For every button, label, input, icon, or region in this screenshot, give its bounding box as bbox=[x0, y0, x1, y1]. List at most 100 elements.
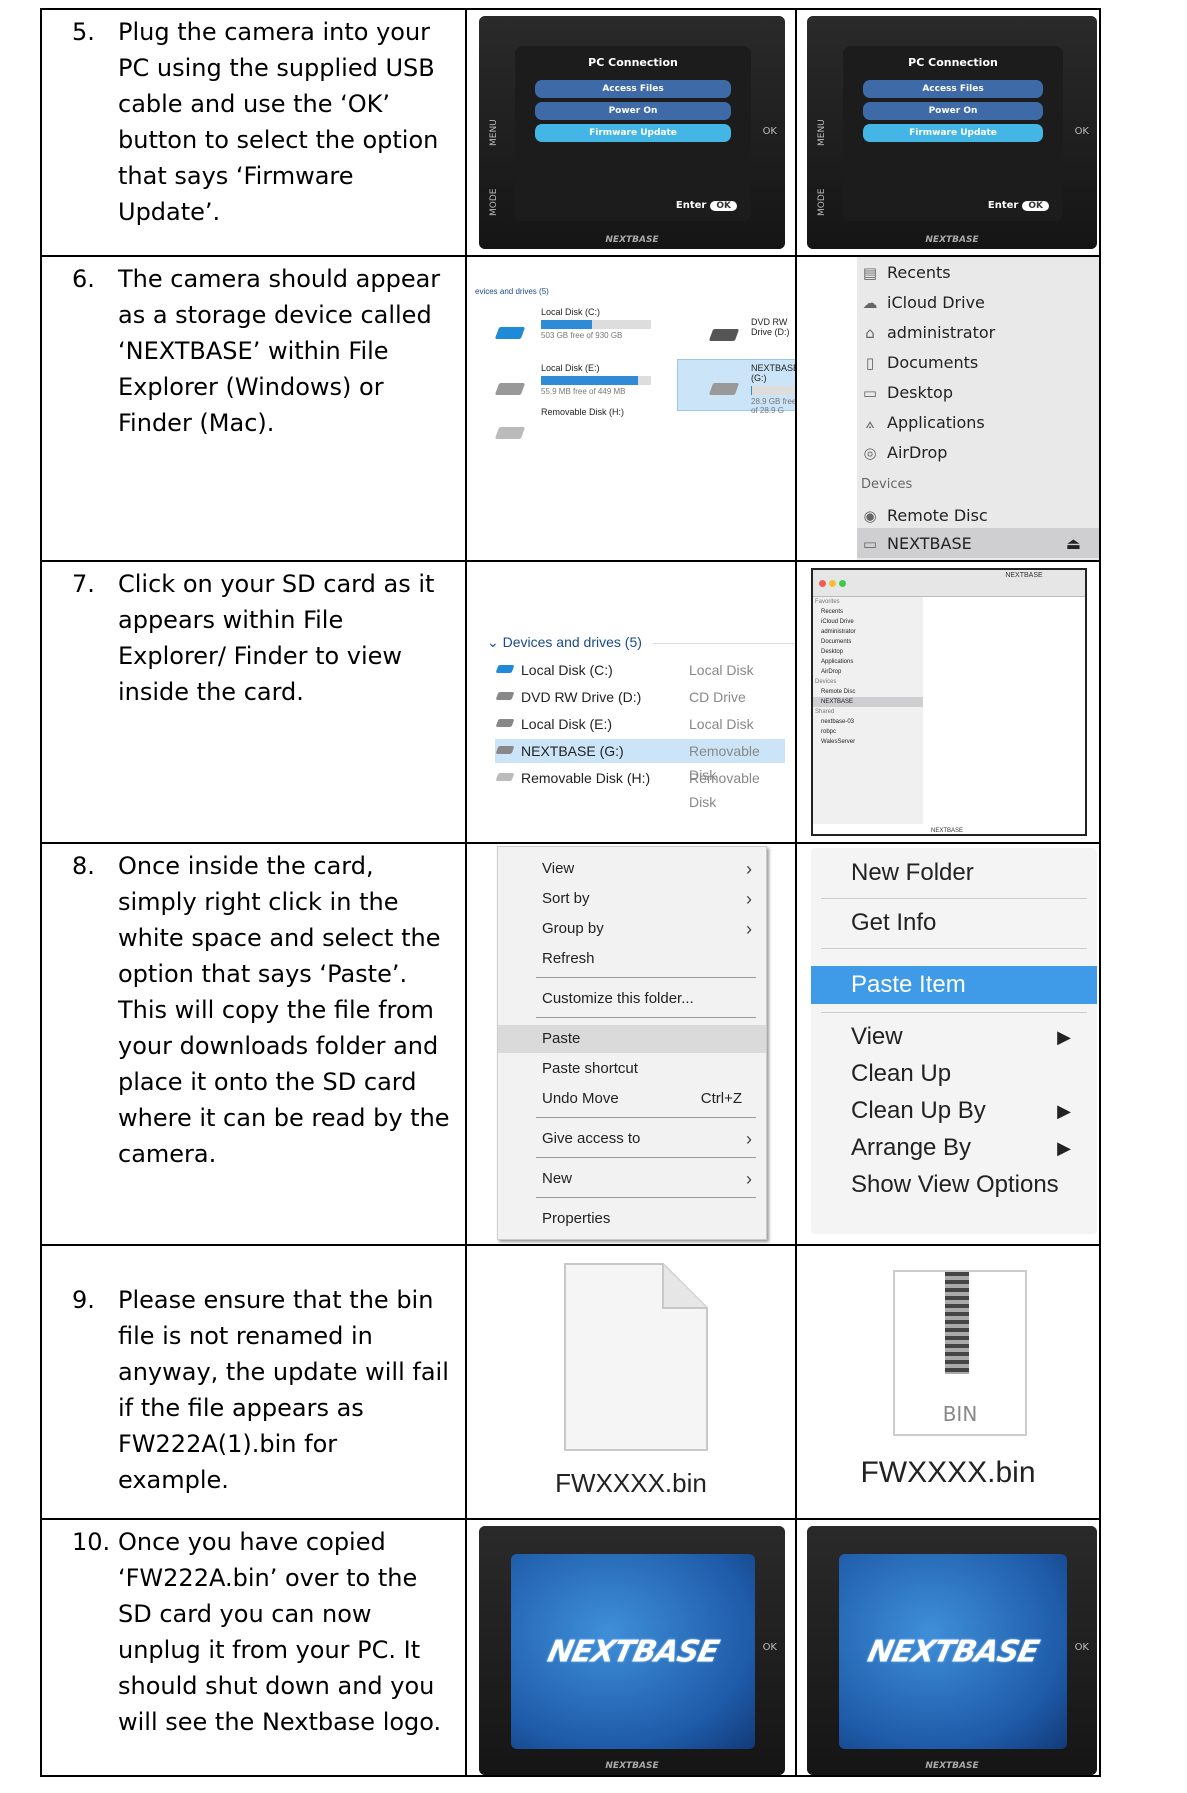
sidebar-section-devices: Devices bbox=[861, 477, 913, 492]
sidebar-item-documents[interactable]: Documents bbox=[813, 637, 923, 647]
menu-item-paste[interactable]: Paste bbox=[498, 1025, 766, 1053]
sidebar-item-shared[interactable]: robpc bbox=[813, 727, 923, 737]
sidebar-item-recents[interactable]: Recents bbox=[813, 607, 923, 617]
menu-item-show-view-options[interactable]: Show View Options bbox=[811, 1168, 1097, 1202]
menu-item-arrange-by[interactable]: Arrange By ▶ bbox=[811, 1131, 1097, 1165]
menu-separator bbox=[536, 1157, 756, 1158]
chevron-right-icon: › bbox=[746, 919, 752, 939]
device-row-local-c[interactable]: Local Disk (C:) Local Disk bbox=[495, 658, 785, 682]
close-icon[interactable] bbox=[819, 580, 826, 587]
drive-local-c[interactable]: Local Disk (C:) 503 GB free of 930 GB bbox=[541, 307, 651, 340]
sidebar-item-remote-disc[interactable]: ◉ Remote Disc bbox=[861, 506, 987, 525]
document-page: 5. Plug the camera into your PC using the… bbox=[0, 0, 1187, 1793]
menu-item-paste-item[interactable]: Paste Item bbox=[811, 966, 1097, 1004]
drives-header: evices and drives (5) bbox=[475, 287, 549, 296]
minimize-icon[interactable] bbox=[829, 580, 836, 587]
camera-screen: PC Connection Access Files Power On Firm… bbox=[515, 46, 751, 221]
sidebar-item-remote-disc[interactable]: Remote Disc bbox=[813, 687, 923, 697]
eject-icon[interactable]: ⏏ bbox=[1066, 534, 1081, 553]
menu-item-get-info[interactable]: Get Info bbox=[811, 906, 1097, 940]
drive-icon bbox=[495, 773, 515, 781]
step-row-5: 5. Plug the camera into your PC using the… bbox=[40, 8, 1101, 257]
menu-item-clean-up[interactable]: Clean Up bbox=[811, 1057, 1097, 1091]
camera-logo-cell: NEXTBASE OK NEXTBASE bbox=[795, 1518, 1101, 1777]
sidebar-item-administrator[interactable]: ⌂ administrator bbox=[861, 323, 995, 342]
menu-item-undo-move[interactable]: Undo Move Ctrl+Z bbox=[498, 1085, 766, 1113]
sidebar-item-recents[interactable]: ▤ Recents bbox=[861, 263, 951, 282]
menu-item-customize[interactable]: Customize this folder... bbox=[498, 985, 766, 1013]
drive-dvd-d[interactable]: DVD RW Drive (D:) bbox=[751, 317, 794, 337]
menu-item-paste-shortcut[interactable]: Paste shortcut bbox=[498, 1055, 766, 1083]
drive-icon bbox=[495, 746, 515, 754]
menu-item-refresh[interactable]: Refresh bbox=[498, 945, 766, 973]
device-row-nextbase-g[interactable]: NEXTBASE (G:) Removable Disk bbox=[495, 739, 785, 783]
sidebar-item-airdrop[interactable]: ◎ AirDrop bbox=[861, 443, 947, 462]
camera-photo-cell: MENU MODE OK PC Connection Access Files … bbox=[465, 8, 797, 257]
drive-local-e[interactable]: Local Disk (E:) 55.9 MB free of 449 MB bbox=[541, 363, 651, 396]
device-row-local-e[interactable]: Local Disk (E:) Local Disk bbox=[495, 712, 785, 736]
menu-item-properties[interactable]: Properties bbox=[498, 1205, 766, 1233]
file-name: FWXXXX.bin bbox=[860, 1456, 1036, 1489]
dvd-drive-icon bbox=[708, 329, 740, 341]
windows-context-menu: View › Sort by › Group by › Refresh Customi… bbox=[497, 846, 767, 1240]
menu-item-new-folder[interactable]: New Folder bbox=[811, 856, 1097, 890]
sidebar-item-applications[interactable]: ⟑ Applications bbox=[861, 413, 984, 432]
camera-photo: MENU MODE OK PC Connection Access Files … bbox=[479, 16, 785, 249]
file-icon[interactable] bbox=[563, 1262, 709, 1452]
brand-label: NEXTBASE bbox=[925, 1761, 979, 1771]
step-row-6: 6. The camera should appear as a storage … bbox=[40, 255, 1101, 562]
menu-separator bbox=[536, 1197, 756, 1198]
menu-item-sort-by[interactable]: Sort by › bbox=[498, 885, 766, 913]
ok-button-label: OK bbox=[762, 1642, 777, 1653]
sidebar-section-favorites: Favorites bbox=[815, 599, 840, 605]
brand-label: NEXTBASE bbox=[925, 235, 979, 245]
sidebar-section-shared: Shared bbox=[815, 709, 835, 715]
zoom-icon[interactable] bbox=[839, 580, 846, 587]
menu-separator bbox=[821, 1012, 1087, 1013]
bin-file-icon[interactable]: BIN bbox=[893, 1270, 1027, 1436]
triangle-right-icon: ▶ bbox=[1057, 1101, 1071, 1121]
sidebar-item-nextbase[interactable]: NEXTBASE bbox=[813, 697, 923, 707]
menu-item-view[interactable]: View › bbox=[498, 855, 766, 883]
sidebar-item-desktop[interactable]: ▭ Desktop bbox=[861, 383, 953, 402]
menu-item-power-on: Power On bbox=[535, 102, 731, 120]
menu-item-give-access[interactable]: Give access to › bbox=[498, 1125, 766, 1153]
menu-item-view[interactable]: View ▶ bbox=[811, 1020, 1097, 1054]
device-row-removable-h[interactable]: Removable Disk (H:) Removable Disk bbox=[495, 766, 785, 810]
triangle-right-icon: ▶ bbox=[1057, 1138, 1071, 1158]
menu-separator bbox=[536, 1017, 756, 1018]
drive-icon bbox=[494, 427, 526, 439]
sidebar-item-administrator[interactable]: administrator bbox=[813, 627, 923, 637]
finder-window: NEXTBASE Favorites Recents iCloud Drive … bbox=[811, 568, 1087, 836]
menu-item-clean-up-by[interactable]: Clean Up By ▶ bbox=[811, 1094, 1097, 1128]
finder-window-cell: NEXTBASE Favorites Recents iCloud Drive … bbox=[795, 560, 1101, 844]
menu-item-new[interactable]: New › bbox=[498, 1165, 766, 1193]
sidebar-item-shared[interactable]: nextbase-03 bbox=[813, 717, 923, 727]
recents-icon: ▤ bbox=[862, 263, 878, 282]
drive-icon bbox=[495, 719, 515, 727]
drive-removable-h[interactable]: Removable Disk (H:) bbox=[541, 407, 624, 417]
shortcut-label: Ctrl+Z bbox=[700, 1090, 742, 1107]
device-row-dvd-d[interactable]: DVD RW Drive (D:) CD Drive bbox=[495, 685, 785, 709]
menu-button-label: MENU bbox=[489, 119, 499, 146]
step-number: 6. bbox=[72, 265, 95, 293]
drive-icon bbox=[708, 383, 740, 395]
step-number: 10. bbox=[72, 1528, 111, 1556]
step-text-cell: 6. The camera should appear as a storage … bbox=[40, 255, 467, 562]
sidebar-item-shared[interactable]: WalesServer bbox=[813, 737, 923, 747]
menu-item-group-by[interactable]: Group by › bbox=[498, 915, 766, 943]
sidebar-item-icloud[interactable]: iCloud Drive bbox=[813, 617, 923, 627]
sidebar-item-icloud[interactable]: ☁ iCloud Drive bbox=[861, 293, 985, 312]
mac-context-menu-cell: New Folder Get Info Paste Item View ▶ Cle… bbox=[795, 842, 1101, 1246]
sidebar-item-nextbase[interactable]: ▭ NEXTBASE ⏏ bbox=[861, 534, 1089, 553]
drive-nextbase-g[interactable]: NEXTBASE (G:) 28.9 GB free of 28.9 G bbox=[751, 363, 794, 415]
camera-screen: NEXTBASE bbox=[511, 1554, 755, 1749]
step-text-cell: 9. Please ensure that the bin file is not… bbox=[40, 1244, 467, 1520]
sidebar-item-applications[interactable]: Applications bbox=[813, 657, 923, 667]
windows-drive-icon bbox=[494, 327, 526, 339]
sidebar-item-documents[interactable]: ▯ Documents bbox=[861, 353, 978, 372]
sidebar-item-airdrop[interactable]: AirDrop bbox=[813, 667, 923, 677]
airdrop-icon: ◎ bbox=[863, 443, 877, 462]
sidebar-item-desktop[interactable]: Desktop bbox=[813, 647, 923, 657]
camera-logo-cell: NEXTBASE OK NEXTBASE bbox=[465, 1518, 797, 1777]
